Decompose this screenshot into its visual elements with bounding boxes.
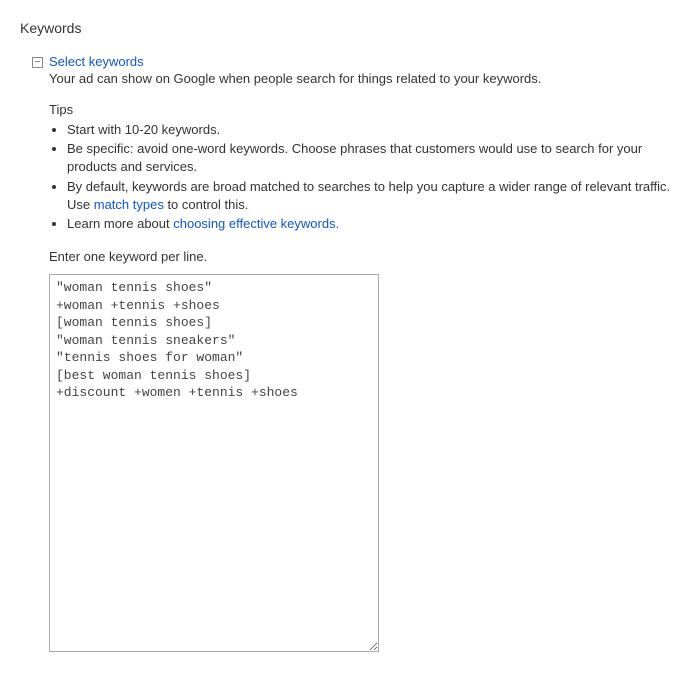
tip-text: to control this.: [164, 197, 249, 212]
textarea-label: Enter one keyword per line.: [49, 249, 676, 264]
section-description: Your ad can show on Google when people s…: [49, 71, 676, 86]
content-block: − Select keywords Your ad can show on Go…: [32, 54, 676, 655]
section-body: Your ad can show on Google when people s…: [49, 71, 676, 655]
select-keywords-link[interactable]: Select keywords: [49, 54, 144, 69]
tips-list: Start with 10-20 keywords. Be specific: …: [67, 121, 676, 233]
tip-item: Learn more about choosing effective keyw…: [67, 215, 676, 233]
choosing-keywords-link[interactable]: choosing effective keywords.: [173, 216, 339, 231]
section-title: Keywords: [20, 20, 676, 36]
tips-label: Tips: [49, 102, 676, 117]
keywords-section: Keywords − Select keywords Your ad can s…: [20, 20, 676, 655]
collapse-header: − Select keywords: [32, 54, 676, 69]
tip-item: By default, keywords are broad matched t…: [67, 178, 676, 214]
tip-text: Learn more about: [67, 216, 173, 231]
tip-item: Start with 10-20 keywords.: [67, 121, 676, 139]
match-types-link[interactable]: match types: [94, 197, 164, 212]
tip-item: Be specific: avoid one-word keywords. Ch…: [67, 140, 676, 176]
keywords-textarea[interactable]: "woman tennis shoes" +woman +tennis +sho…: [49, 274, 379, 652]
collapse-minus-icon[interactable]: −: [32, 57, 43, 68]
